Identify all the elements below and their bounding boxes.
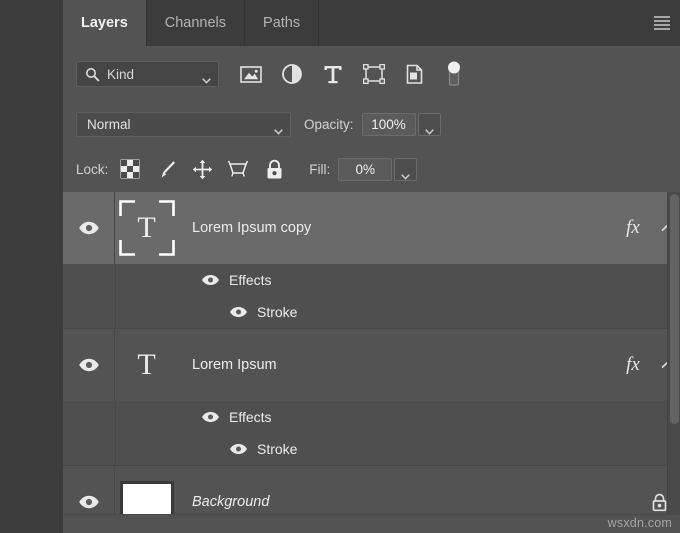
eye-icon [78,358,100,372]
effect-visibility-toggle[interactable] [228,302,248,322]
tab-bar-spacer [319,0,680,46]
chevron-down-icon [401,167,410,173]
filter-type-layers-icon[interactable] [321,62,345,86]
fill-label: Fill: [309,162,330,177]
layer-effects-row[interactable]: Effects [63,264,680,296]
filter-shape-layers-icon[interactable] [362,62,386,86]
type-layer-thumbnail: T [119,337,175,393]
layer-visibility-toggle[interactable] [63,192,115,264]
fill-stepper[interactable] [394,158,417,181]
layer-filter-toolbar: Kind [63,46,680,103]
layer-name[interactable]: Lorem Ipsum [192,357,612,373]
effect-label: Stroke [257,304,297,320]
fx-icon: fx [626,354,640,376]
lock-image-pixels-icon[interactable] [155,158,177,180]
scrollbar-thumb[interactable] [670,194,679,424]
chevron-down-icon [425,122,434,128]
search-icon [85,67,100,82]
selection-brackets-icon [119,200,175,256]
fill-value: 0% [356,162,376,177]
lock-icon [651,493,668,512]
effect-label: Stroke [257,441,297,457]
layer-thumbnail[interactable]: T [115,200,178,256]
filter-kind-label: Kind [107,67,134,82]
layer-thumbnail-glyph: T [137,350,155,380]
eye-icon [229,306,248,318]
photoshop-layers-panel-screenshot: Layers Channels Paths [0,0,680,533]
column-divider [115,401,116,433]
opacity-value: 100% [371,117,406,132]
tab-layers[interactable]: Layers [63,0,147,46]
menu-line [654,28,670,30]
blend-mode-dropdown[interactable]: Normal [76,112,291,137]
lock-toolbar: Lock: [63,146,680,193]
filter-kind-dropdown[interactable]: Kind [76,61,219,87]
hamburger-menu-icon[interactable] [652,15,672,31]
eye-icon [201,411,220,423]
chevron-down-icon[interactable] [202,71,211,77]
layer-group: T Lorem Ipsum copy fx [63,192,680,329]
filter-type-icons [239,62,427,86]
lock-all-icon[interactable] [263,158,285,180]
column-divider [115,433,116,465]
layer-group: T Lorem Ipsum fx [63,329,680,466]
column-divider [115,296,116,328]
type-layer-thumbnail: T [119,200,175,256]
chevron-down-icon[interactable] [274,122,283,128]
layers-panel: Layers Channels Paths [63,0,680,533]
lock-position-icon[interactable] [191,158,213,180]
menu-line [654,24,670,26]
tab-channels[interactable]: Channels [147,0,245,46]
layer-effect-item-row[interactable]: Stroke [63,296,680,328]
eye-icon [229,443,248,455]
layer-list[interactable]: T Lorem Ipsum copy fx [63,192,680,533]
opacity-stepper[interactable] [418,113,441,136]
effects-visibility-toggle[interactable] [200,407,220,427]
fill-input[interactable]: 0% [338,158,392,181]
column-divider [115,264,116,296]
filter-toggle-switch[interactable] [446,60,462,88]
layer-visibility-toggle[interactable] [63,329,115,401]
effects-visibility-toggle[interactable] [200,270,220,290]
menu-line [654,20,670,22]
filter-adjustment-layers-icon[interactable] [280,62,304,86]
layer-fx-badge[interactable]: fx [612,354,654,376]
layer-list-scrollbar[interactable] [667,192,680,533]
panel-tab-bar: Layers Channels Paths [63,0,680,46]
layer-fx-badge[interactable]: fx [612,217,654,239]
eye-icon [201,274,220,286]
opacity-input[interactable]: 100% [362,113,416,136]
tab-paths[interactable]: Paths [245,0,319,46]
watermark: wsxdn.com [608,516,672,530]
lock-transparent-pixels-icon[interactable] [119,158,141,180]
effects-label: Effects [229,409,272,425]
layer-thumbnail[interactable]: T [115,337,178,393]
eye-icon [78,221,100,235]
filter-smart-object-icon[interactable] [403,62,427,86]
lock-label: Lock: [76,162,108,177]
blend-mode-value: Normal [87,117,131,132]
layer-name[interactable]: Lorem Ipsum copy [192,220,612,236]
effect-visibility-toggle[interactable] [228,439,248,459]
layer-effect-item-row[interactable]: Stroke [63,433,680,465]
effects-label: Effects [229,272,272,288]
layer-row-lorem-ipsum[interactable]: T Lorem Ipsum fx [63,329,680,401]
menu-line [654,16,670,18]
tab-paths-label: Paths [263,15,300,31]
layer-name[interactable]: Background [192,494,638,510]
layer-effects-row[interactable]: Effects [63,401,680,433]
panel-bottom-strip [63,514,680,533]
lock-icons [119,158,285,180]
filter-pixel-layers-icon[interactable] [239,62,263,86]
eye-icon [78,495,100,509]
fx-icon: fx [626,217,640,239]
layer-row-lorem-ipsum-copy[interactable]: T Lorem Ipsum copy fx [63,192,680,264]
lock-artboard-nesting-icon[interactable] [227,158,249,180]
opacity-label: Opacity: [304,117,354,132]
tab-channels-label: Channels [165,15,226,31]
blend-mode-toolbar: Normal Opacity: 100% [63,102,680,147]
tab-layers-label: Layers [81,15,128,31]
